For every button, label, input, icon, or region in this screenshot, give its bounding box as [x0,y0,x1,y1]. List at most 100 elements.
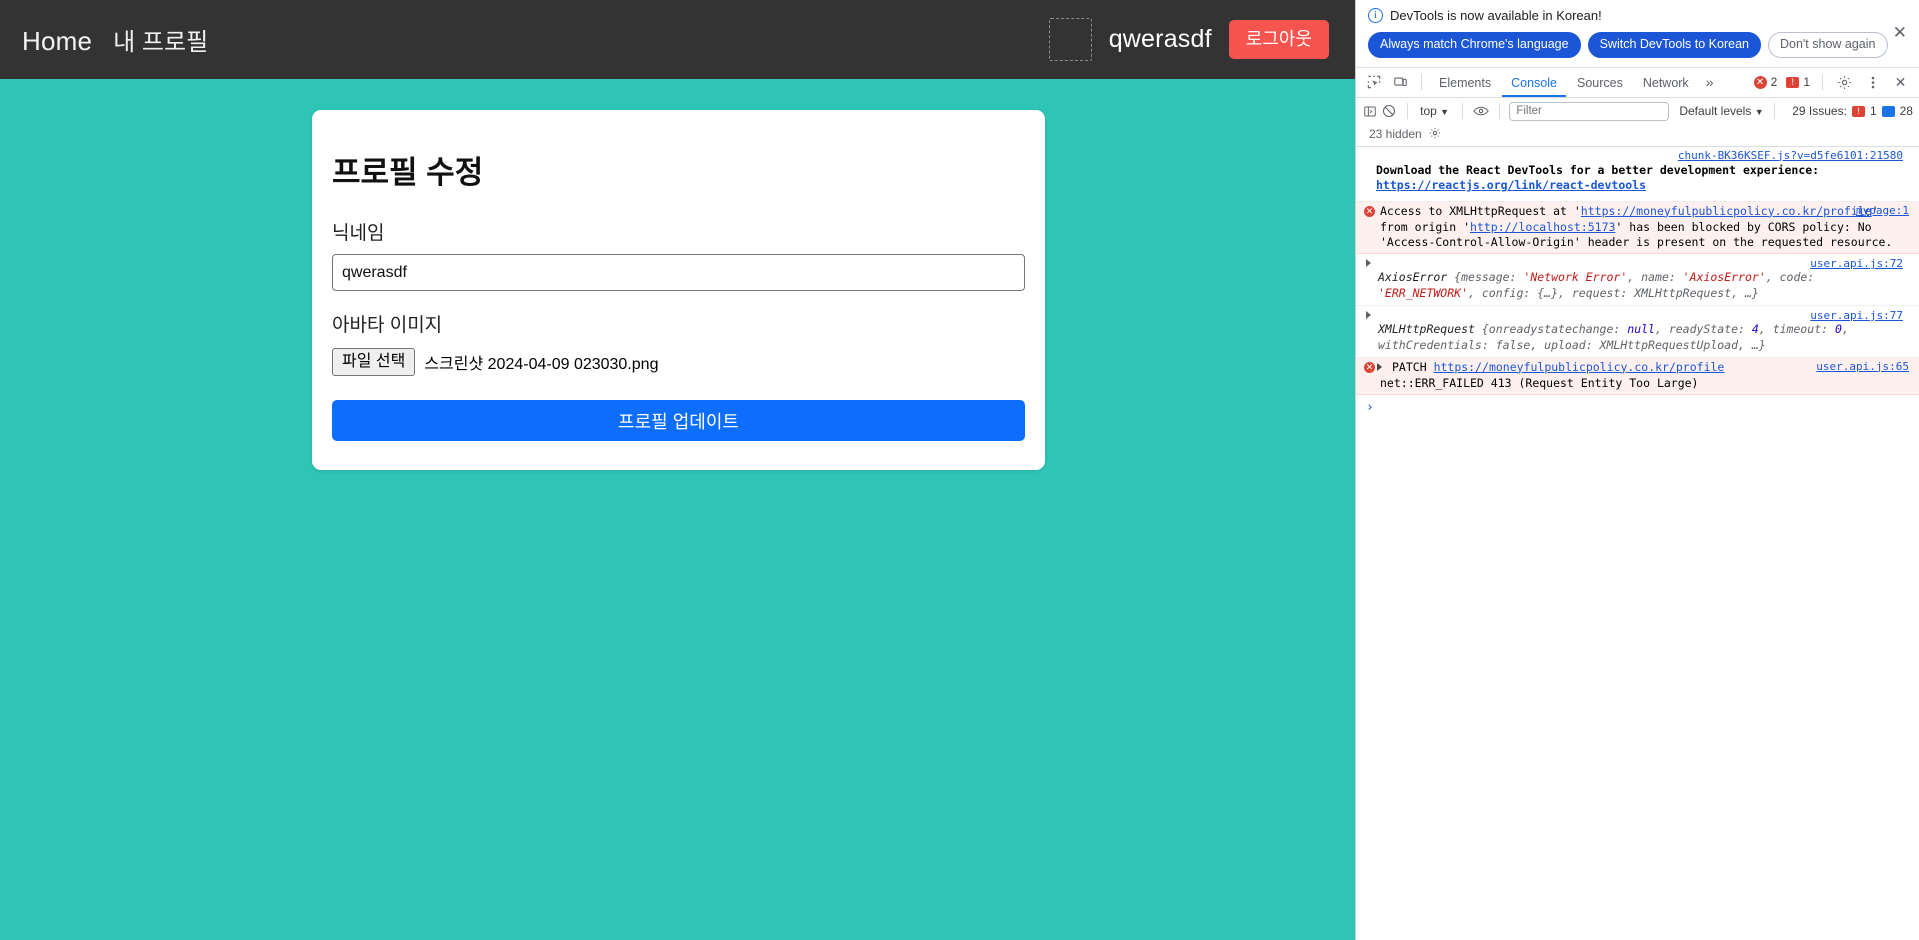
issues-counter[interactable]: 29 Issues: ! 1 28 [1792,104,1913,118]
xhr-onreadystatechange-value: null [1627,321,1655,336]
log-levels-selector[interactable]: Default levels ▼ [1679,104,1763,118]
more-vertical-icon[interactable] [1860,70,1885,94]
error-icon: ✕ [1753,75,1767,89]
axios-error-name: AxiosError [1378,270,1448,285]
tabbar-right-group: ✕ 2 ! 1 ✕ [1751,70,1913,94]
toolbar-divider [1406,103,1408,120]
execution-context-selector[interactable]: top ▼ [1417,104,1452,118]
hidden-messages-label: 23 hidden [1369,127,1422,142]
error-count-badge[interactable]: ✕ 2 [1751,75,1781,89]
profile-card-body: 프로필 수정 닉네임 아바타 이미지 파일 선택 스크린샷 2024-04-09… [332,147,1025,442]
cors-error-prefix: Access to XMLHttpRequest at ' [1380,203,1581,218]
hidden-messages-bar: 23 hidden [1356,125,1919,147]
selected-file-name: 스크린샷 2024-04-09 023030.png [424,356,659,374]
page-title: 프로필 수정 [332,155,484,190]
navbar-username: qwerasdf [1108,25,1212,53]
file-input-row[interactable]: 파일 선택 스크린샷 2024-04-09 023030.png [332,348,1025,377]
xhr-timeout-value: 0 [1835,321,1842,336]
screen-root: Home 내 프로필 qwerasdf 로그아웃 프로필 수정 닉네임 아바타 … [0,0,1919,940]
react-devtools-link[interactable]: https://reactjs.org/link/react-devtools [1376,178,1646,192]
react-devtools-text: Download the React DevTools for a better… [1366,162,1909,199]
gear-icon[interactable] [1429,127,1441,142]
close-icon[interactable]: ✕ [1888,70,1913,94]
cors-request-url-link[interactable]: https://moneyfulpublicpolicy.co.kr/profi… [1581,204,1872,218]
expand-triangle-icon[interactable] [1366,259,1371,268]
expand-triangle-icon[interactable] [1366,310,1371,319]
error-count-value: 2 [1770,75,1778,90]
navbar-left-links: Home 내 프로필 [22,22,208,57]
switch-devtools-to-korean-button[interactable]: Switch DevTools to Korean [1587,32,1761,58]
nickname-input[interactable] [332,254,1025,291]
devtools-language-banner: i DevTools is now available in Korean! A… [1356,0,1919,68]
tab-sources[interactable]: Sources [1568,68,1632,97]
close-icon[interactable]: ✕ [1893,24,1907,41]
toolbar-divider [1421,74,1422,91]
nav-link-home[interactable]: Home [22,26,92,57]
patch-error-detail: net::ERR_FAILED 413 (Request Entity Too … [1380,375,1699,390]
axios-error-name-value: 'AxiosError' [1682,270,1766,285]
console-toolbar: top ▼ Default levels ▼ 29 Issues: ! 1 [1356,98,1919,125]
cors-origin-url-link[interactable]: http://localhost:5173 [1470,220,1615,234]
message-source-link[interactable]: user.api.js:65 [1816,360,1909,373]
cors-error-text: Access to XMLHttpRequest at 'https://mon… [1380,204,1909,252]
tab-network[interactable]: Network [1634,68,1698,97]
xhr-k2: , readyState: [1654,321,1752,336]
issues-info-count: 28 [1899,104,1913,119]
device-toolbar-icon[interactable] [1388,70,1413,94]
inspect-element-icon[interactable] [1361,70,1386,94]
banner-buttons-row: Always match Chrome's language Switch De… [1368,32,1909,58]
toolbar-divider [1498,103,1500,120]
broken-image-icon [1048,18,1092,61]
banner-message-row: i DevTools is now available in Korean! [1368,8,1909,23]
choose-file-button[interactable]: 파일 선택 [332,348,416,377]
tab-console[interactable]: Console [1502,68,1566,97]
log-levels-label: Default levels [1679,104,1752,119]
live-expression-icon[interactable] [1472,99,1489,123]
gear-icon[interactable] [1832,70,1857,94]
issue-icon: ! [1786,76,1800,88]
always-match-chrome-language-button[interactable]: Always match Chrome's language [1368,32,1581,58]
console-message-list[interactable]: chunk-BK36KSEF.js?v=d5fe6101:21580 Downl… [1356,146,1919,940]
message-source-link[interactable]: user.api.js:72 [1378,257,1909,270]
dont-show-again-button[interactable]: Don't show again [1767,32,1888,58]
patch-url-link[interactable]: https://moneyfulpublicpolicy.co.kr/profi… [1434,360,1725,374]
xhr-object: XMLHttpRequest {onreadystatechange: null… [1378,322,1909,354]
message-source-link[interactable]: chunk-BK36KSEF.js?v=d5fe6101:21580 [1366,149,1909,162]
message-source-link[interactable]: mypage:1 [1856,204,1909,217]
message-source-link[interactable]: user.api.js:77 [1378,309,1909,322]
warning-count-badge[interactable]: ! 1 [1783,75,1813,89]
execution-context-label: top [1420,104,1437,119]
issue-error-icon: ! [1851,105,1865,117]
console-message-xhr-object: user.api.js:77 XMLHttpRequest {onreadyst… [1356,306,1919,358]
nav-link-my-profile[interactable]: 내 프로필 [113,22,208,57]
console-message-react-devtools: chunk-BK36KSEF.js?v=d5fe6101:21580 Downl… [1356,147,1919,202]
react-devtools-line1: Download the React DevTools for a better… [1376,162,1820,177]
axios-error-object: AxiosError {message: 'Network Error', na… [1378,270,1909,302]
more-tabs-icon[interactable]: » [1700,74,1720,90]
toolbar-divider [1773,103,1775,120]
issue-info-icon [1881,105,1895,117]
xhr-pre: {onreadystatechange: [1474,321,1628,336]
console-sidebar-icon[interactable] [1362,99,1377,123]
clear-console-icon[interactable] [1381,99,1396,123]
profile-edit-card: 프로필 수정 닉네임 아바타 이미지 파일 선택 스크린샷 2024-04-09… [312,110,1045,471]
console-prompt[interactable]: › [1356,395,1919,420]
axios-error-k2: , name: [1627,270,1683,285]
toolbar-divider [1462,103,1463,120]
update-profile-button[interactable]: 프로필 업데이트 [332,400,1025,442]
nickname-label: 닉네임 [332,223,385,244]
patch-source-text: user.api.js:65 [1816,359,1909,373]
issues-error-count: 1 [1869,104,1877,119]
site-navbar: Home 내 프로필 qwerasdf 로그아웃 [0,0,1355,79]
devtools-panel: i DevTools is now available in Korean! A… [1355,0,1919,940]
filter-input[interactable] [1509,101,1670,121]
toolbar-divider [1822,74,1823,91]
expand-triangle-icon[interactable] [1377,362,1382,371]
axios-error-k3: , code: [1765,270,1815,285]
tab-elements[interactable]: Elements [1430,68,1500,97]
logout-button[interactable]: 로그아웃 [1228,19,1329,60]
issues-label: 29 Issues: [1792,104,1847,119]
error-icon: ✕ [1364,361,1375,373]
error-icon: ✕ [1364,205,1375,217]
